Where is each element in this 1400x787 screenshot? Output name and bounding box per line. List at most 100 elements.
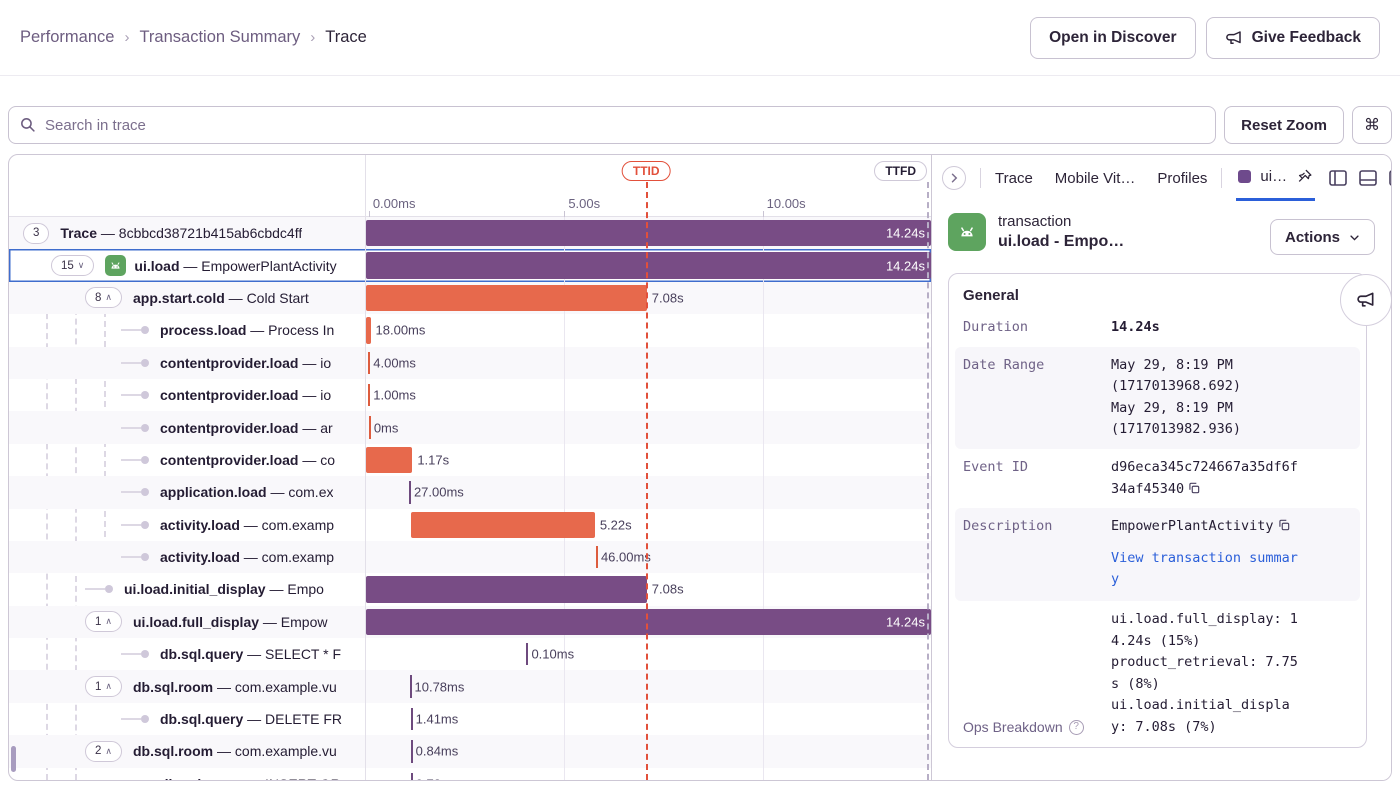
trace-row-name[interactable]: db.sql.query — SELECT * F	[9, 638, 366, 670]
span-duration-bar[interactable]: 14.24s	[366, 220, 931, 246]
span-duration-tick[interactable]	[369, 416, 371, 438]
tabs-divider	[1221, 168, 1222, 188]
trace-row-bar-cell: 14.24s	[366, 606, 931, 638]
child-count-badge[interactable]: 1∧	[85, 611, 122, 632]
breadcrumb-performance[interactable]: Performance	[20, 28, 114, 47]
child-count-badge[interactable]: 2∧	[85, 741, 122, 762]
span-desc: — co	[298, 452, 335, 468]
child-count-badge[interactable]: 3	[23, 223, 49, 244]
trace-row-name[interactable]: contentprovider.load — ar	[9, 411, 366, 443]
trace-row[interactable]: ui.load.initial_display — Empo7.08s	[9, 573, 931, 605]
view-transaction-summary-link[interactable]: View transaction summary	[1111, 548, 1300, 591]
trace-row-name[interactable]: application.load — com.ex	[9, 476, 366, 508]
trace-row[interactable]: 2∧db.sql.room — com.example.vu0.84ms	[9, 735, 931, 767]
copy-icon[interactable]	[1184, 481, 1201, 497]
trace-row[interactable]: db.sql.query — SELECT * F 0.10ms	[9, 638, 931, 670]
child-count-badge[interactable]: 15∨	[51, 255, 94, 276]
chevron-up-icon: ∧	[105, 681, 112, 692]
span-duration-bar[interactable]: 14.24s	[366, 252, 931, 278]
trace-row-name[interactable]: 15∨ui.load — EmpowerPlantActivity	[9, 249, 366, 281]
trace-row-name[interactable]: process.load — Process In	[9, 314, 366, 346]
shortcut-button[interactable]: ⌘	[1352, 106, 1392, 144]
span-duration-tick[interactable]	[368, 384, 370, 406]
trace-row[interactable]: 3Trace — 8cbbcd38721b415ab6cbdc4ff14.24s	[9, 217, 931, 249]
help-icon[interactable]: ?	[1069, 720, 1084, 735]
span-duration-tick[interactable]	[411, 740, 413, 762]
pin-icon[interactable]	[1296, 168, 1313, 185]
span-duration-bar[interactable]: 14.24s	[366, 609, 931, 635]
duration-label: 10.78ms	[415, 679, 465, 694]
span-duration-tick[interactable]	[596, 546, 598, 568]
trace-row[interactable]: contentprovider.load — io1.00ms	[9, 379, 931, 411]
tab-profiles[interactable]: Profiles	[1157, 170, 1207, 187]
trace-row-name[interactable]: 1∧ui.load.full_display — Empow	[9, 606, 366, 638]
span-desc: — DELETE FR	[243, 711, 342, 727]
trace-row[interactable]: 8∧app.start.cold — Cold Start7.08s	[9, 282, 931, 314]
trace-row-name[interactable]: 8∧app.start.cold — Cold Start	[9, 282, 366, 314]
span-duration-tick[interactable]	[368, 352, 370, 374]
span-duration-tick[interactable]	[411, 708, 413, 730]
tab-trace[interactable]: Trace	[995, 170, 1033, 187]
open-in-discover-button[interactable]: Open in Discover	[1030, 17, 1195, 59]
span-duration-tick[interactable]	[410, 675, 412, 697]
span-duration-bar[interactable]	[366, 576, 647, 602]
tab-mobile-vit-[interactable]: Mobile Vit…	[1055, 170, 1136, 187]
kv-key: Event ID	[963, 457, 1111, 500]
span-op: contentprovider.load	[160, 355, 298, 371]
trace-row-bar-cell: 46.00ms	[366, 541, 931, 573]
trace-row[interactable]: 1∧ui.load.full_display — Empow14.24s	[9, 606, 931, 638]
trace-row[interactable]: activity.load — com.examp 46.00ms	[9, 541, 931, 573]
actions-button[interactable]: Actions	[1270, 219, 1375, 255]
trace-row-name[interactable]: activity.load — com.examp	[9, 541, 366, 573]
child-count-badge[interactable]: 8∧	[85, 287, 122, 308]
span-duration-tick[interactable]	[526, 643, 528, 665]
span-duration-bar[interactable]	[366, 317, 371, 343]
copy-icon[interactable]	[1274, 518, 1291, 534]
trace-row-name[interactable]: contentprovider.load — io	[9, 379, 366, 411]
layout-bottom-icon[interactable]	[1359, 170, 1377, 186]
trace-row-name[interactable]: 2∧db.sql.room — com.example.vu	[9, 735, 366, 767]
trace-row-name[interactable]: 3Trace — 8cbbcd38721b415ab6cbdc4ff	[9, 217, 366, 249]
trace-row-name[interactable]: ui.load.initial_display — Empo	[9, 573, 366, 605]
trace-row-name[interactable]: db.sql.query — INSERT OR	[9, 768, 366, 780]
give-feedback-button[interactable]: Give Feedback	[1206, 17, 1380, 59]
trace-row[interactable]: contentprovider.load — io4.00ms	[9, 347, 931, 379]
trace-row[interactable]: activity.load — com.examp5.22s	[9, 509, 931, 541]
trace-row[interactable]: process.load — Process In18.00ms	[9, 314, 931, 346]
child-count: 15	[61, 260, 74, 272]
tab-ui-load-active[interactable]: ui…	[1236, 155, 1315, 201]
expand-panel-button[interactable]	[942, 166, 966, 190]
span-duration-tick[interactable]	[411, 773, 413, 780]
reset-zoom-button[interactable]: Reset Zoom	[1224, 106, 1344, 144]
vertical-scrollbar-thumb[interactable]	[11, 746, 16, 772]
feedback-float-button[interactable]	[1340, 274, 1392, 326]
trace-row[interactable]: db.sql.query — INSERT OR0.78	[9, 768, 931, 780]
duration-label: 0.10ms	[531, 647, 574, 662]
layout-right-icon[interactable]	[1389, 170, 1392, 186]
trace-row[interactable]: 1∧db.sql.room — com.example.vu 10.78ms	[9, 670, 931, 702]
trace-row[interactable]: 15∨ui.load — EmpowerPlantActivity14.24s	[9, 249, 931, 281]
trace-row-bar-cell: 7.08s	[366, 573, 931, 605]
search-input[interactable]	[8, 106, 1216, 144]
span-op: ui.load.full_display	[133, 614, 259, 630]
trace-row-name[interactable]: contentprovider.load — co	[9, 444, 366, 476]
span-desc: — 8cbbcd38721b415ab6cbdc4ff	[97, 225, 302, 241]
breadcrumb-transaction-summary[interactable]: Transaction Summary	[139, 28, 300, 47]
trace-row-name[interactable]: db.sql.query — DELETE FR	[9, 703, 366, 735]
trace-row-name[interactable]: contentprovider.load — io	[9, 347, 366, 379]
trace-row[interactable]: application.load — com.ex27.00ms	[9, 476, 931, 508]
trace-row-name[interactable]: 1∧db.sql.room — com.example.vu	[9, 670, 366, 702]
span-duration-bar[interactable]	[366, 285, 647, 311]
child-count-badge[interactable]: 1∧	[85, 676, 122, 697]
span-description: activity.load — com.examp	[160, 549, 334, 565]
span-op: activity.load	[160, 517, 240, 533]
trace-row[interactable]: contentprovider.load — ar0ms	[9, 411, 931, 443]
trace-row[interactable]: db.sql.query — DELETE FR1.41ms	[9, 703, 931, 735]
trace-row-name[interactable]: activity.load — com.examp	[9, 509, 366, 541]
trace-row[interactable]: contentprovider.load — co1.17s	[9, 444, 931, 476]
span-op: db.sql.room	[133, 743, 213, 759]
layout-left-icon[interactable]	[1329, 170, 1347, 186]
span-duration-bar[interactable]	[411, 512, 595, 538]
span-duration-tick[interactable]	[409, 481, 411, 503]
span-duration-bar[interactable]	[366, 447, 412, 473]
